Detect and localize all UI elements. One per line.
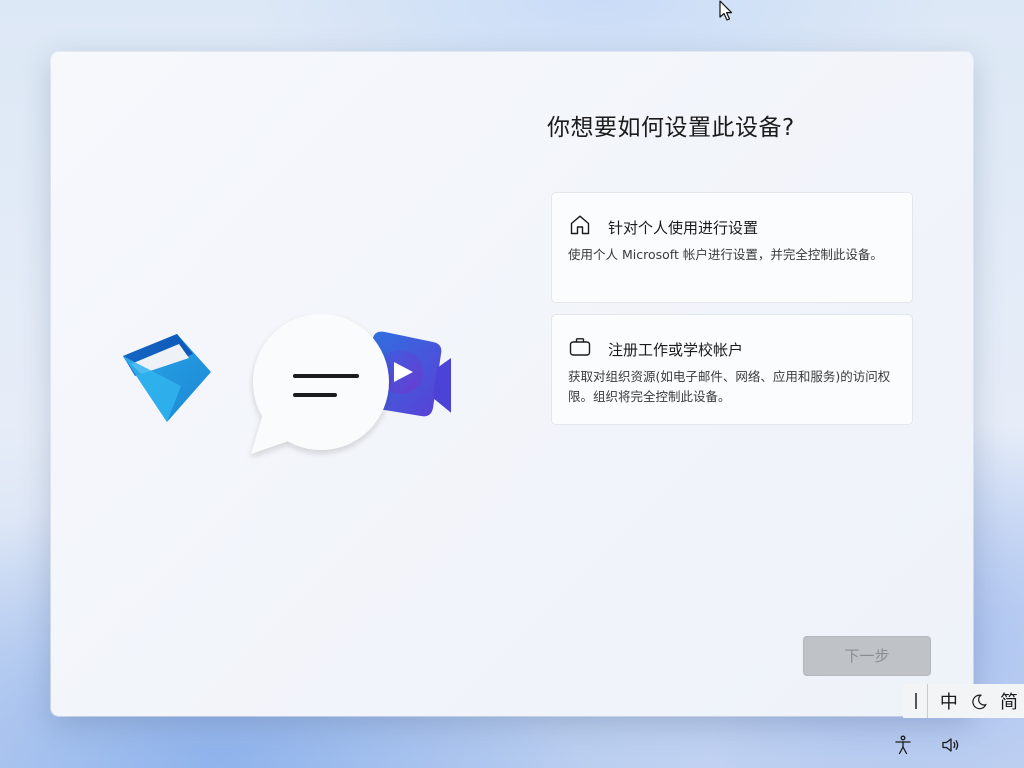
moon-icon[interactable] <box>964 691 994 712</box>
volume-icon[interactable] <box>940 734 962 756</box>
work-school-option[interactable]: 注册工作或学校帐户 获取对组织资源(如电子邮件、网络、应用和服务)的访问权限。组… <box>551 314 913 425</box>
ime-toolbar: 中 简 <box>903 684 1024 718</box>
setup-dialog: 你想要如何设置此设备? 针对个人使用进行设置 使用个人 Microsoft 帐户… <box>51 52 973 716</box>
option-description: 使用个人 Microsoft 帐户进行设置，并完全控制此设备。 <box>568 247 883 262</box>
illustration <box>123 314 451 454</box>
ime-drag-handle[interactable] <box>915 693 917 709</box>
mouse-pointer-icon <box>719 0 733 21</box>
ime-mode-toggle[interactable]: 中 <box>934 688 964 714</box>
chat-bubble-icon <box>251 314 389 454</box>
personal-use-option[interactable]: 针对个人使用进行设置 使用个人 Microsoft 帐户进行设置，并完全控制此设… <box>551 192 913 303</box>
home-icon <box>568 213 592 237</box>
next-button[interactable]: 下一步 <box>803 636 931 676</box>
mail-icon <box>123 334 211 422</box>
ime-separator <box>926 684 928 718</box>
option-title: 注册工作或学校帐户 <box>608 341 744 359</box>
page-title: 你想要如何设置此设备? <box>547 115 795 141</box>
briefcase-icon <box>568 335 592 359</box>
option-title: 针对个人使用进行设置 <box>608 219 759 237</box>
accessibility-icon[interactable] <box>892 734 914 756</box>
ime-charset-toggle[interactable]: 简 <box>994 688 1024 714</box>
option-description: 获取对组织资源(如电子邮件、网络、应用和服务)的访问权限。组织将完全控制此设备。 <box>568 369 891 404</box>
